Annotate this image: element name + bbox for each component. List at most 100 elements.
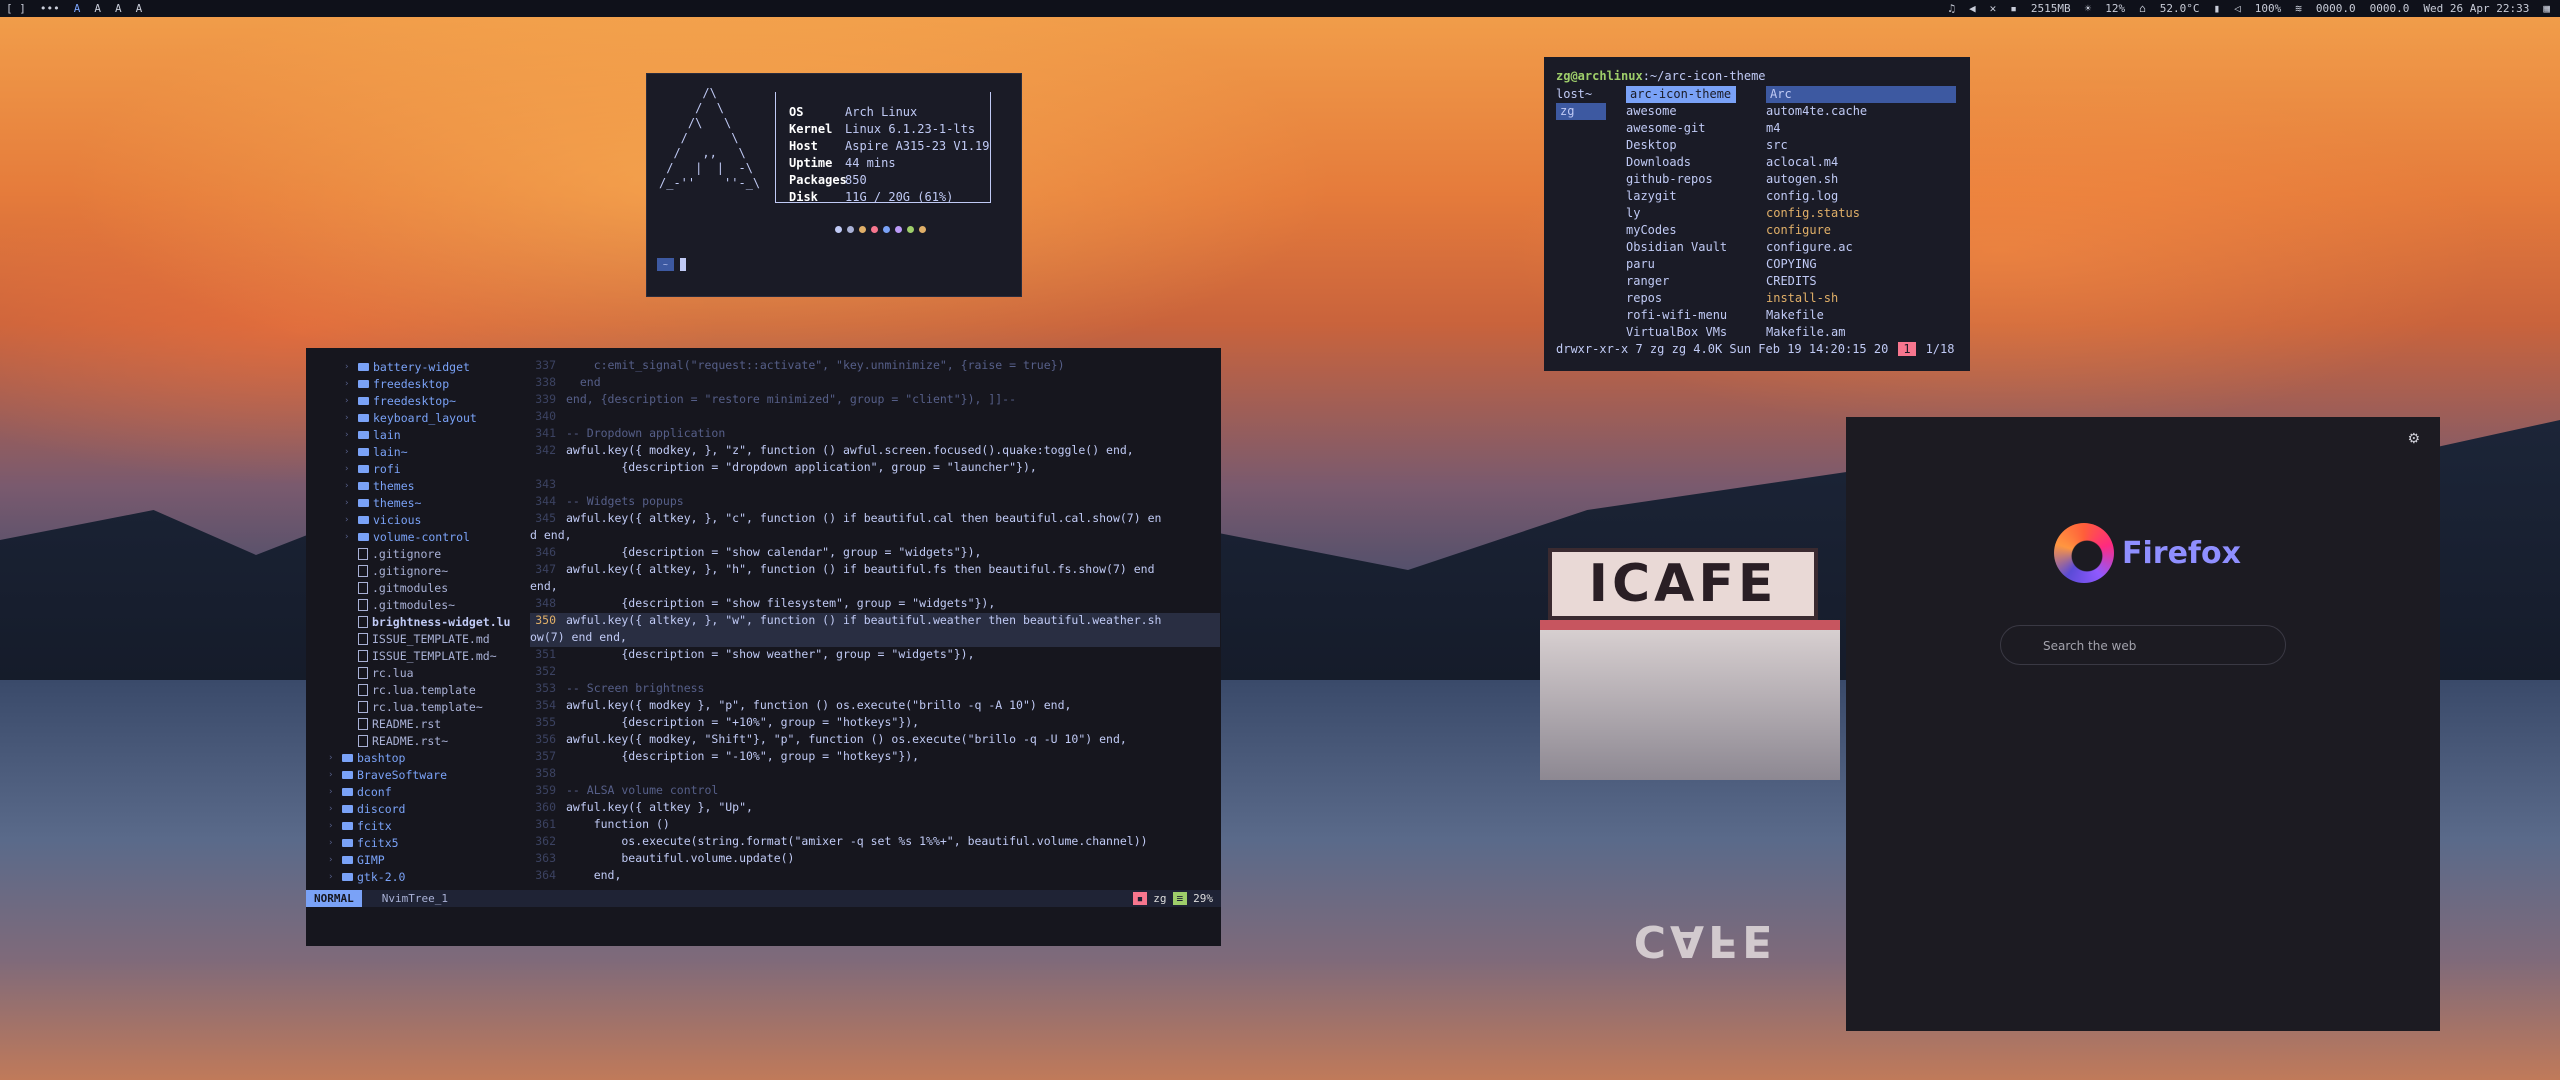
fetch-terminal-window[interactable]: /\ / \ /\ \ / \ / ,, \ / | | -\ /_-'' ''… [646,73,1022,297]
shell-prompt[interactable]: ~ [657,258,686,271]
code-line[interactable]: beautiful.volume.update() [566,851,794,865]
tree-entry[interactable]: › bashtop [328,749,405,766]
ranger-entry[interactable]: Desktop [1626,137,1736,154]
ranger-entry[interactable]: myCodes [1626,222,1736,239]
neovim-editor-window[interactable]: › battery-widget › freedesktop › freedesktop~… [306,348,1221,946]
tree-entry[interactable]: › rofi [344,460,401,477]
ranger-tab-indicator[interactable]: 1 [1898,342,1916,356]
code-line[interactable]: -- Dropdown application [566,426,725,440]
code-line[interactable]: os.execute(string.format("amixer -q set … [566,834,1147,848]
tree-entry[interactable]: › vicious [344,511,421,528]
code-buffer[interactable]: 337 c:emit_signal("request::activate", "… [530,358,1220,898]
workspace-3[interactable]: A [74,2,81,15]
tree-entry[interactable]: › fcitx5 [328,834,399,851]
code-line[interactable]: end, {description = "restore minimized",… [566,392,1016,406]
tree-entry[interactable]: rc.lua.template~ [344,698,483,715]
ranger-entry[interactable]: config.status [1766,205,1956,222]
tree-entry[interactable]: README.rst~ [344,732,448,749]
workspace-6[interactable]: A [136,2,143,15]
mute-icon[interactable]: ✕ [1990,2,1997,15]
ranger-entry[interactable]: zg [1556,103,1606,120]
tree-entry[interactable]: .gitignore~ [344,562,448,579]
brightness-level[interactable]: 12% [2105,2,2125,15]
code-line[interactable]: {description = "dropdown application", g… [566,460,1036,474]
code-line[interactable]: function () [566,817,670,831]
ranger-entry[interactable]: VirtualBox VMs [1626,324,1736,341]
tree-entry[interactable]: › fcitx [328,817,392,834]
ranger-entry[interactable]: lost~ [1556,86,1606,103]
code-line[interactable]: {description = "-10%", group = "hotkeys"… [566,749,919,763]
ranger-entry[interactable]: arc-icon-theme [1626,86,1736,103]
tree-entry[interactable]: › gtk-2.0 [328,868,405,885]
tree-entry[interactable]: › discord [328,800,405,817]
music-icon[interactable]: ♫ [1948,2,1955,15]
code-line[interactable]: awful.key({ altkey, }, "h", function () … [566,562,1155,576]
ranger-entry[interactable]: install-sh [1766,290,1956,307]
code-line[interactable]: {description = "+10%", group = "hotkeys"… [566,715,919,729]
workspace-5[interactable]: A [115,2,122,15]
tree-entry[interactable]: rc.lua [344,664,414,681]
ranger-entry[interactable]: COPYING [1766,256,1956,273]
layout-icon[interactable]: ▦ [2543,2,2550,15]
ranger-entry[interactable]: configure.ac [1766,239,1956,256]
code-line[interactable]: -- ALSA volume control [566,783,718,797]
ranger-entry[interactable]: Makefile [1766,307,1956,324]
code-line[interactable]: awful.key({ modkey, }, "z", function () … [566,443,1134,457]
code-line[interactable]: end, [530,579,558,593]
volume-icon[interactable]: ◀ [1969,2,1976,15]
code-line[interactable]: {description = "show calendar", group = … [566,545,981,559]
tree-entry[interactable]: README.rst [344,715,441,732]
ranger-entry[interactable]: configure [1766,222,1956,239]
code-line[interactable]: ow(7) end end, [530,630,627,644]
code-line[interactable]: -- Widgets popups [566,494,684,508]
code-line[interactable]: {description = "show weather", group = "… [566,647,974,661]
ranger-entry[interactable]: autogen.sh [1766,171,1956,188]
tree-entry[interactable]: ISSUE_TEMPLATE.md [344,630,490,647]
code-line[interactable]: awful.key({ modkey, "Shift"}, "p", funct… [566,732,1127,746]
ranger-entry[interactable]: Downloads [1626,154,1736,171]
ranger-entry[interactable]: CREDITS [1766,273,1956,290]
tree-entry[interactable]: rc.lua.template [344,681,476,698]
tree-entry[interactable]: › themes~ [344,494,421,511]
tree-entry[interactable]: › GIMP [328,851,385,868]
code-line[interactable]: -- Screen brightness [566,681,704,695]
code-line[interactable]: end, [566,868,622,882]
tree-entry[interactable]: .gitmodules [344,579,448,596]
ranger-file-manager-window[interactable]: zg@archlinux:~/arc-icon-theme lost~ zg ar… [1544,57,1970,371]
workspace-4[interactable]: A [94,2,101,15]
firefox-window[interactable]: ⚙ Firefox Search the web [1846,417,2440,1031]
gear-icon[interactable]: ⚙ [2407,431,2420,447]
ranger-entry[interactable]: autom4te.cache [1766,103,1956,120]
tree-entry[interactable]: › freedesktop [344,375,449,392]
code-line[interactable]: c:emit_signal("request::activate", "key.… [566,358,1065,372]
code-line[interactable]: end [566,375,601,389]
ranger-entry[interactable]: repos [1626,290,1736,307]
tree-entry[interactable]: › lain~ [344,443,408,460]
tree-entry[interactable]: › dconf [328,783,392,800]
code-line[interactable]: d end, [530,528,572,542]
tree-entry[interactable]: brightness-widget.lu [344,613,510,630]
ranger-entry[interactable]: Obsidian Vault [1626,239,1736,256]
ranger-entry[interactable]: awesome-git [1626,120,1736,137]
ranger-entry[interactable]: ly [1626,205,1736,222]
workspace-2[interactable]: ••• [40,2,60,15]
ranger-entry[interactable]: paru [1626,256,1736,273]
ranger-entry[interactable]: Arc [1766,86,1956,103]
tree-entry[interactable]: ISSUE_TEMPLATE.md~ [344,647,497,664]
ranger-entry[interactable]: m4 [1766,120,1956,137]
code-line[interactable]: awful.key({ modkey }, "p", function () o… [566,698,1071,712]
ranger-entry[interactable]: config.log [1766,188,1956,205]
code-line[interactable]: awful.key({ altkey }, "Up", [566,800,753,814]
ranger-entry[interactable]: rofi-wifi-menu [1626,307,1736,324]
tree-entry[interactable]: .gitmodules~ [344,596,455,613]
wifi-icon[interactable]: ≋ [2295,2,2302,15]
ranger-entry[interactable]: Makefile.am [1766,324,1956,341]
tree-entry[interactable]: › BraveSoftware [328,766,447,783]
tree-entry[interactable]: .gitignore [344,545,441,562]
ranger-entry[interactable]: aclocal.m4 [1766,154,1956,171]
code-line[interactable]: awful.key({ altkey, }, "c", function () … [566,511,1161,525]
tree-entry[interactable]: › keyboard_layout [344,409,477,426]
tree-entry[interactable]: › freedesktop~ [344,392,456,409]
code-line[interactable]: awful.key({ altkey, }, "w", function () … [566,613,1161,627]
tree-entry[interactable]: › themes [344,477,415,494]
